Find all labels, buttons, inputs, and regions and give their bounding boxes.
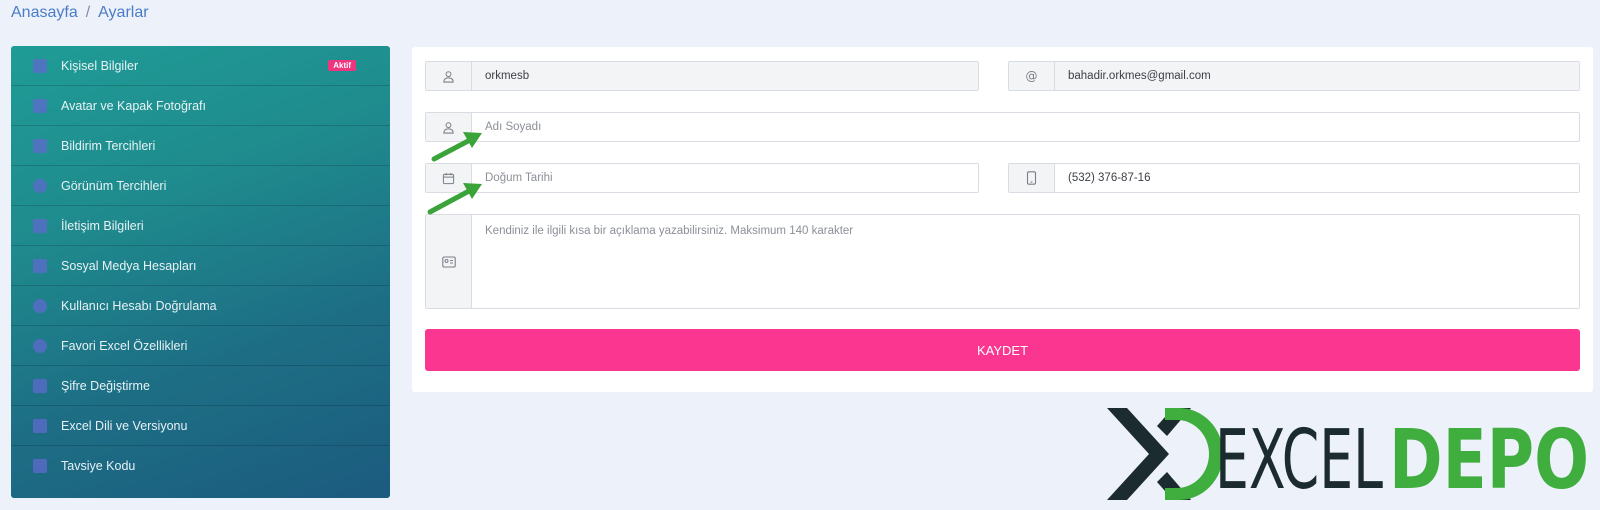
phone-input-group: (532) 376-87-16	[1008, 163, 1580, 193]
contact-card-icon	[426, 215, 472, 308]
sidebar-item-label: Favori Excel Özellikleri	[61, 338, 188, 353]
sidebar-item-label: Şifre Değiştirme	[61, 378, 150, 393]
at-sign-icon: @	[1009, 62, 1055, 90]
sidebar-item-excel-language[interactable]: Excel Dili ve Versiyonu	[11, 406, 390, 446]
sidebar-item-notifications[interactable]: Bildirim Tercihleri	[11, 126, 390, 166]
file-icon	[33, 418, 47, 433]
sidebar-item-label: Sosyal Medya Hesapları	[61, 258, 197, 273]
sidebar-item-label: Excel Dili ve Versiyonu	[61, 418, 188, 433]
envelope-icon	[33, 218, 47, 233]
user-icon	[426, 62, 472, 90]
qr-icon	[33, 459, 47, 473]
phone-icon	[1009, 164, 1055, 192]
sidebar-item-avatar[interactable]: Avatar ve Kapak Fotoğrafı	[11, 86, 390, 126]
settings-sidebar: Kişisel Bilgiler Aktif Avatar ve Kapak F…	[11, 46, 390, 498]
sidebar-item-verification[interactable]: Kullanıcı Hesabı Doğrulama	[11, 286, 390, 326]
active-badge: Aktif	[328, 60, 356, 71]
logo-text-excel: EXCEL	[1215, 413, 1383, 500]
phone-field[interactable]: (532) 376-87-16	[1055, 164, 1579, 192]
breadcrumb-separator: /	[85, 4, 91, 21]
settings-form-card: orkmesb @ bahadir.orkmes@gmail.com Adı S…	[412, 47, 1593, 392]
fullname-input-group: Adı Soyadı	[425, 112, 1580, 142]
sidebar-item-referral[interactable]: Tavsiye Kodu	[11, 446, 390, 486]
bio-textarea[interactable]: Kendiniz ile ilgili kısa bir açıklama ya…	[472, 215, 1579, 308]
sidebar-item-password[interactable]: Şifre Değiştirme	[11, 366, 390, 406]
logo-text-depo: DEPO	[1389, 413, 1589, 500]
breadcrumb: Anasayfa / Ayarlar	[11, 4, 149, 22]
save-button[interactable]: KAYDET	[425, 329, 1580, 371]
share-icon	[33, 258, 47, 273]
sidebar-item-label: Avatar ve Kapak Fotoğrafı	[61, 98, 206, 113]
excel-depo-logo: EXCEL DEPO	[1107, 408, 1589, 500]
birthdate-input[interactable]: Doğum Tarihi	[472, 164, 978, 192]
eye-icon	[33, 178, 47, 193]
sidebar-item-contact[interactable]: İletişim Bilgileri	[11, 206, 390, 246]
logo-x-left	[1107, 408, 1169, 500]
breadcrumb-home-link[interactable]: Anasayfa	[11, 4, 78, 21]
bio-input-group: Kendiniz ile ilgili kısa bir açıklama ya…	[425, 214, 1580, 309]
birthdate-input-group: Doğum Tarihi	[425, 163, 979, 193]
annotation-arrow-birthdate	[427, 183, 482, 215]
sidebar-item-label: Kullanıcı Hesabı Doğrulama	[61, 298, 217, 313]
sidebar-item-label: Tavsiye Kodu	[61, 459, 136, 473]
sidebar-item-favorites[interactable]: Favori Excel Özellikleri	[11, 326, 390, 366]
bell-icon	[33, 138, 47, 153]
sidebar-item-label: İletişim Bilgileri	[61, 218, 144, 233]
fullname-input[interactable]: Adı Soyadı	[472, 113, 1579, 141]
username-input-group: orkmesb	[425, 61, 979, 91]
username-field[interactable]: orkmesb	[472, 62, 978, 90]
sidebar-item-social[interactable]: Sosyal Medya Hesapları	[11, 246, 390, 286]
breadcrumb-current: Ayarlar	[98, 4, 149, 21]
sidebar-item-appearance[interactable]: Görünüm Tercihleri	[11, 166, 390, 206]
lock-icon	[33, 378, 47, 393]
email-input-group: @ bahadir.orkmes@gmail.com	[1008, 61, 1580, 91]
check-circle-icon	[33, 298, 47, 313]
image-icon	[33, 98, 47, 113]
sidebar-item-label: Bildirim Tercihleri	[61, 138, 156, 153]
id-card-icon	[33, 58, 47, 73]
annotation-arrow-fullname	[431, 132, 482, 162]
sidebar-item-personal-info[interactable]: Kişisel Bilgiler Aktif	[11, 46, 390, 86]
sidebar-item-label: Kişisel Bilgiler	[61, 58, 139, 73]
sidebar-item-label: Görünüm Tercihleri	[61, 178, 167, 193]
email-field[interactable]: bahadir.orkmes@gmail.com	[1055, 62, 1579, 90]
star-icon	[33, 338, 47, 353]
